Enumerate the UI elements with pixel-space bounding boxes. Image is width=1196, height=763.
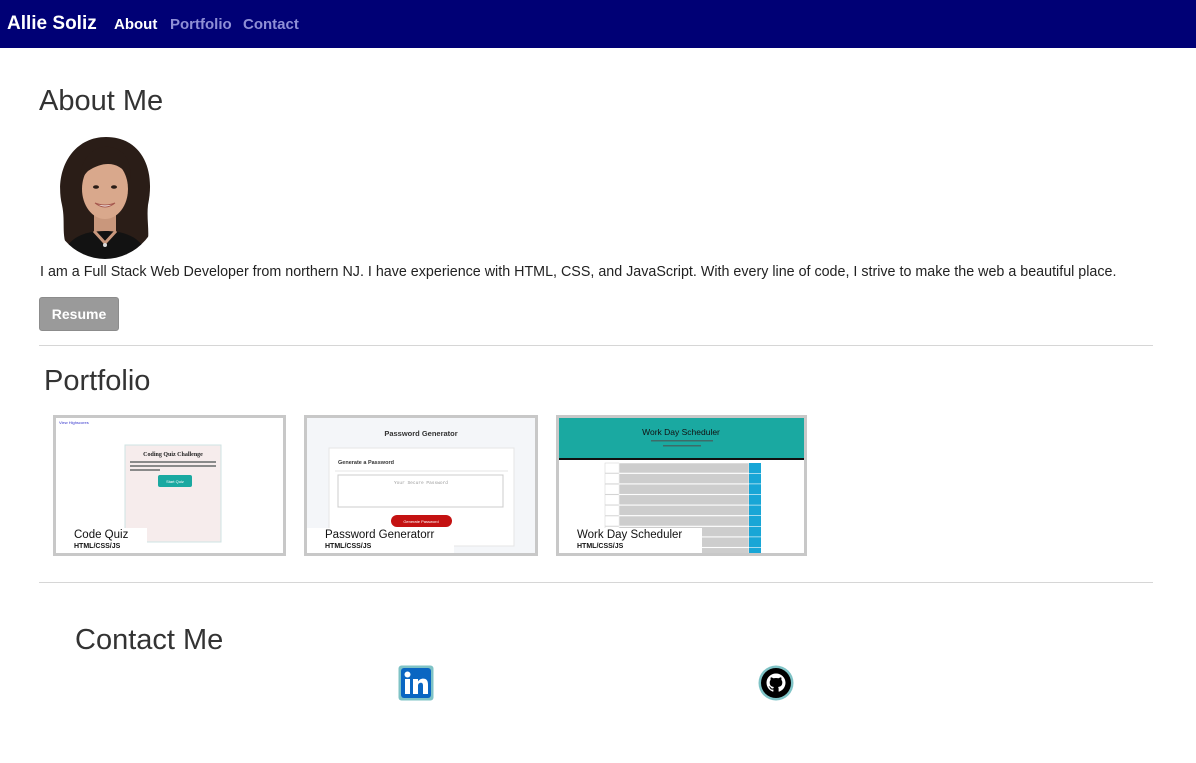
- linkedin-icon[interactable]: [398, 665, 434, 701]
- project-card-password-generator[interactable]: Password Generator Generate a Password Y…: [304, 415, 538, 556]
- preview-pg-heading: Password Generator: [384, 429, 457, 438]
- github-icon[interactable]: [758, 665, 794, 701]
- preview-start-quiz: Start Quiz: [166, 479, 184, 484]
- about-bio: I am a Full Stack Web Developer from nor…: [40, 264, 1117, 280]
- scheduler-save-cell: [749, 494, 761, 505]
- scheduler-save-cell: [749, 547, 761, 553]
- preview-pg-button: Generate Password: [403, 519, 438, 524]
- contact-heading: Contact Me: [75, 624, 224, 656]
- scheduler-task-cell: [618, 515, 750, 527]
- preview-pg-subheading: Generate a Password: [338, 460, 394, 466]
- scheduler-task-cell: [618, 505, 750, 516]
- scheduler-save-cell: [749, 537, 761, 548]
- project-card-work-day-scheduler[interactable]: Work Day Scheduler Work Day Scheduler HT…: [556, 415, 807, 556]
- project-caption: Work Day Scheduler HTML/CSS/JS: [559, 528, 702, 553]
- scheduler-hour-cell: [604, 483, 620, 495]
- scheduler-save-cell: [749, 516, 761, 526]
- project-caption: Password Generatorr HTML/CSS/JS: [307, 528, 454, 553]
- section-divider: [39, 345, 1153, 346]
- project-title[interactable]: Work Day Scheduler: [577, 529, 702, 542]
- section-divider: [39, 582, 1153, 583]
- scheduler-task-cell: [618, 483, 750, 495]
- scheduler-save-cell: [749, 526, 761, 537]
- resume-button[interactable]: Resume: [39, 297, 119, 331]
- scheduler-task-cell: [618, 473, 750, 484]
- nav-link-portfolio[interactable]: Portfolio: [170, 16, 232, 33]
- project-title[interactable]: Code Quiz: [74, 529, 147, 542]
- nav-link-contact[interactable]: Contact: [243, 16, 299, 33]
- preview-highscores-link: View Highscores: [59, 420, 89, 425]
- scheduler-hour-cell: [604, 462, 620, 474]
- brand-link[interactable]: Allie Soliz: [7, 13, 97, 35]
- scheduler-hour-cell: [604, 515, 620, 527]
- project-tech: HTML/CSS/JS: [325, 543, 372, 550]
- scheduler-hour-cell: [604, 505, 620, 516]
- project-title[interactable]: Password Generatorr: [325, 529, 454, 542]
- scheduler-save-cell: [749, 463, 761, 473]
- portfolio-heading: Portfolio: [44, 365, 151, 397]
- profile-photo: [48, 131, 162, 259]
- scheduler-task-cell: [618, 462, 750, 474]
- preview-quiz-heading: Coding Quiz Challenge: [143, 452, 203, 458]
- scheduler-save-cell: [749, 505, 761, 516]
- preview-wds-heading: Work Day Scheduler: [642, 427, 720, 437]
- preview-pg-placeholder: Your Secure Password: [394, 480, 448, 486]
- scheduler-hour-cell: [604, 494, 620, 506]
- project-tech: HTML/CSS/JS: [74, 543, 121, 550]
- scheduler-hour-cell: [604, 473, 620, 484]
- project-tech: HTML/CSS/JS: [577, 543, 624, 550]
- scheduler-save-cell: [749, 473, 761, 484]
- about-heading: About Me: [39, 85, 164, 117]
- project-card-code-quiz[interactable]: View Highscores Coding Quiz Challenge St…: [53, 415, 286, 556]
- project-caption: Code Quiz HTML/CSS/JS: [56, 528, 147, 553]
- scheduler-save-cell: [749, 484, 761, 495]
- nav-link-about[interactable]: About: [114, 16, 157, 33]
- navbar: Allie Soliz About Portfolio Contact: [0, 0, 1196, 48]
- scheduler-task-cell: [618, 494, 750, 506]
